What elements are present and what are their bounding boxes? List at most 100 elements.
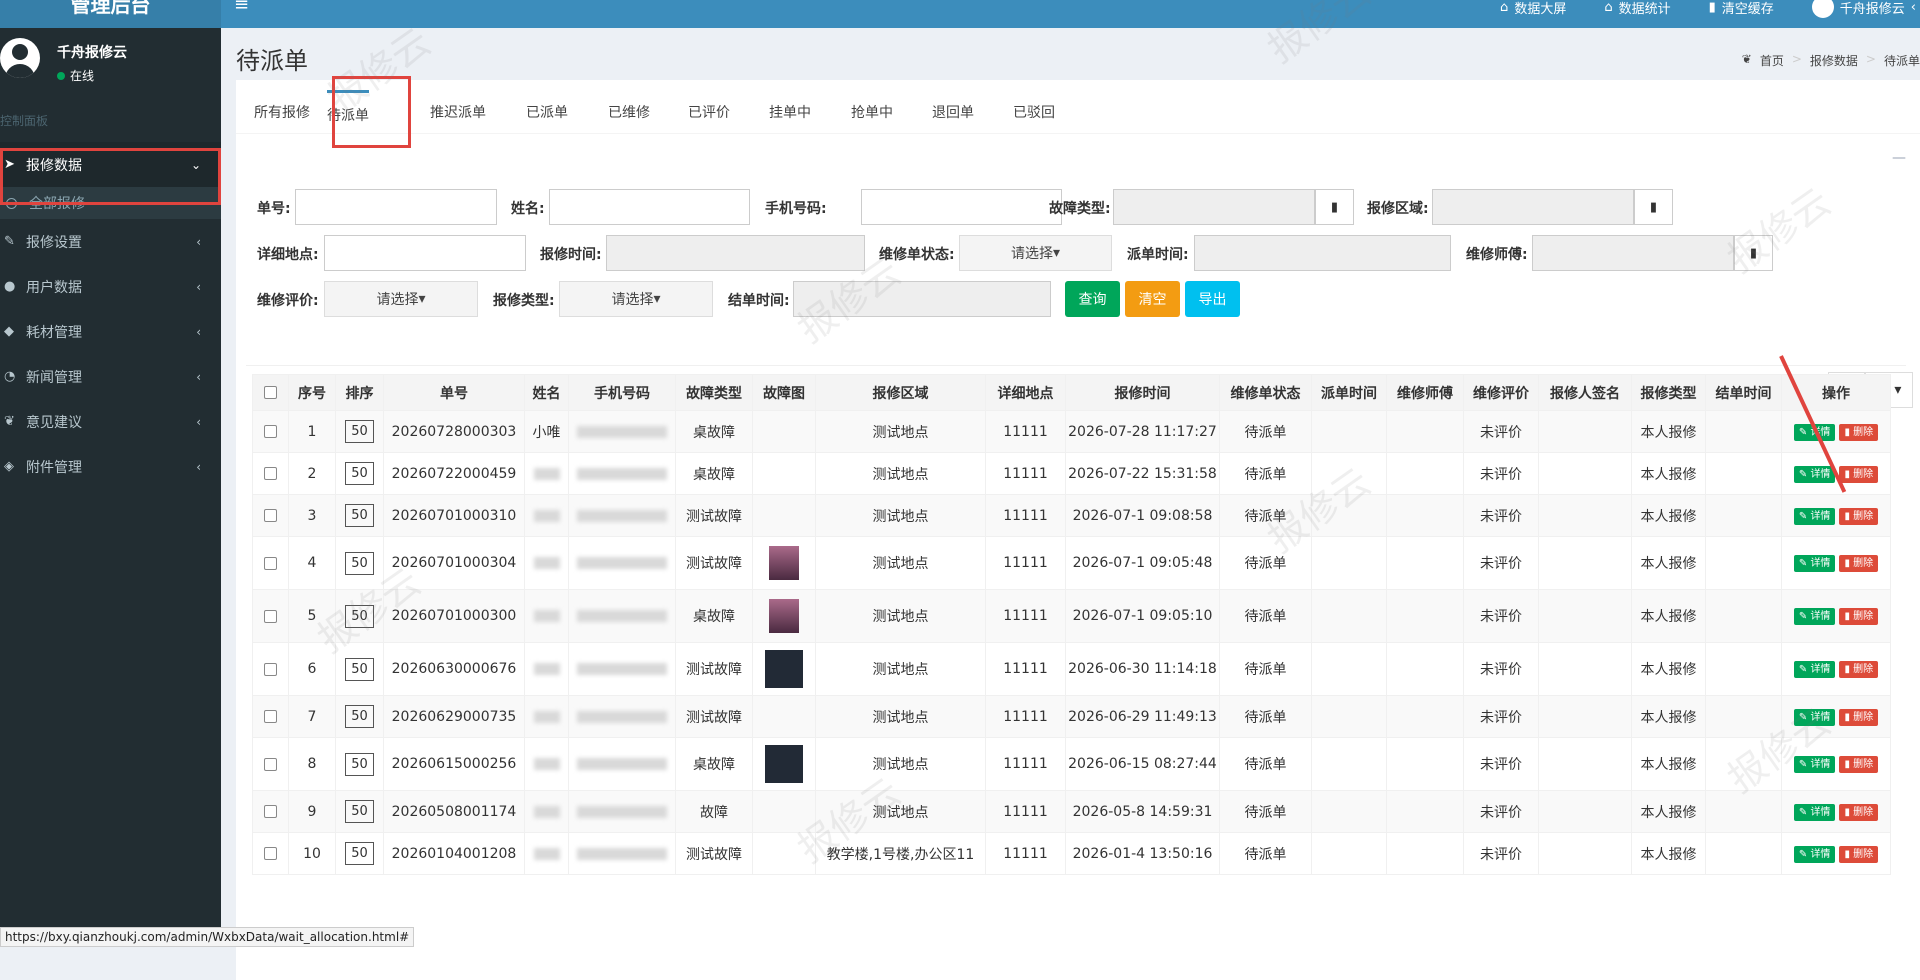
row-checkbox[interactable] xyxy=(253,411,289,453)
delete-button[interactable]: ▮ 删除 xyxy=(1839,508,1878,525)
delete-button[interactable]: ▮ 删除 xyxy=(1839,608,1878,625)
cell-sort[interactable]: 50 xyxy=(336,537,384,590)
cell-sort[interactable]: 50 xyxy=(336,696,384,738)
sort-input[interactable]: 50 xyxy=(345,800,374,823)
delete-button[interactable]: ▮ 删除 xyxy=(1839,466,1878,483)
tab-all[interactable]: 所有报修 xyxy=(254,102,310,122)
cell-sort[interactable]: 50 xyxy=(336,590,384,643)
row-checkbox[interactable] xyxy=(253,791,289,833)
sidebar-item-repair-settings[interactable]: ✎报修设置‹ xyxy=(0,219,221,264)
tab-delayed[interactable]: 推迟派单 xyxy=(430,102,486,122)
tab-returned[interactable]: 退回单 xyxy=(932,102,974,122)
sidebar-item-feedback[interactable]: ❦意见建议‹ xyxy=(0,399,221,444)
sort-input[interactable]: 50 xyxy=(345,504,374,527)
fault-image-thumbnail[interactable] xyxy=(769,546,799,580)
detail-button[interactable]: ✎ 详情 xyxy=(1794,756,1836,773)
tab-rejected[interactable]: 已驳回 xyxy=(1013,102,1055,122)
sort-input[interactable]: 50 xyxy=(345,605,374,628)
app-logo[interactable]: 管理后台 xyxy=(0,0,221,28)
nav-clear-cache[interactable]: ▮清空缓存 xyxy=(1709,0,1774,17)
detail-button[interactable]: ✎ 详情 xyxy=(1794,555,1836,572)
row-checkbox[interactable] xyxy=(253,495,289,537)
breadcrumb-home[interactable]: 首页 xyxy=(1760,52,1784,69)
sort-input[interactable]: 50 xyxy=(345,842,374,865)
filter-phone-input[interactable] xyxy=(861,189,1062,225)
row-checkbox[interactable] xyxy=(253,738,289,791)
delete-button[interactable]: ▮ 删除 xyxy=(1839,804,1878,821)
row-checkbox[interactable] xyxy=(253,833,289,875)
filter-technician-input[interactable] xyxy=(1532,235,1734,271)
filter-repair-time-input[interactable] xyxy=(606,235,865,271)
filter-label-phone: 手机号码: xyxy=(765,198,827,218)
cell-sort[interactable]: 50 xyxy=(336,791,384,833)
filter-close-time-input[interactable] xyxy=(793,281,1051,317)
filter-area-input[interactable] xyxy=(1432,189,1634,225)
row-checkbox[interactable] xyxy=(253,453,289,495)
nav-data-screen[interactable]: ⌂数据大屏 xyxy=(1500,0,1566,17)
delete-button[interactable]: ▮ 删除 xyxy=(1839,424,1878,441)
tab-grabbing[interactable]: 抢单中 xyxy=(851,102,893,122)
sort-input[interactable]: 50 xyxy=(345,658,374,681)
filter-fault-type-input[interactable] xyxy=(1113,189,1315,225)
tab-evaluated[interactable]: 已评价 xyxy=(688,102,730,122)
cell-sort[interactable]: 50 xyxy=(336,833,384,875)
fault-image-thumbnail[interactable] xyxy=(765,650,803,688)
breadcrumb-repair-data[interactable]: 报修数据 xyxy=(1810,52,1858,69)
tab-on-hold[interactable]: 挂单中 xyxy=(769,102,811,122)
detail-button[interactable]: ✎ 详情 xyxy=(1794,608,1836,625)
filter-place-input[interactable] xyxy=(324,235,526,271)
search-button[interactable]: 查询 xyxy=(1065,281,1120,317)
row-checkbox[interactable] xyxy=(253,643,289,696)
sidebar-item-attachments[interactable]: ◈附件管理‹ xyxy=(0,444,221,489)
filter-dispatch-time-input[interactable] xyxy=(1194,235,1451,271)
detail-button[interactable]: ✎ 详情 xyxy=(1794,804,1836,821)
filter-evaluation-select[interactable]: 请选择 ▾ xyxy=(324,281,478,317)
fault-image-thumbnail[interactable] xyxy=(769,599,799,633)
sort-input[interactable]: 50 xyxy=(345,552,374,575)
detail-button[interactable]: ✎ 详情 xyxy=(1794,466,1836,483)
trash-icon[interactable]: ▮ xyxy=(1634,189,1673,225)
delete-button[interactable]: ▮ 删除 xyxy=(1839,846,1878,863)
cell-sort[interactable]: 50 xyxy=(336,495,384,537)
delete-button[interactable]: ▮ 删除 xyxy=(1839,555,1878,572)
cell-sort[interactable]: 50 xyxy=(336,411,384,453)
export-button[interactable]: 导出 xyxy=(1185,281,1240,317)
detail-button[interactable]: ✎ 详情 xyxy=(1794,709,1836,726)
tab-dispatched[interactable]: 已派单 xyxy=(526,102,568,122)
delete-button[interactable]: ▮ 删除 xyxy=(1839,661,1878,678)
sort-input[interactable]: 50 xyxy=(345,462,374,485)
row-checkbox[interactable] xyxy=(253,537,289,590)
nav-data-stats[interactable]: ⌂数据统计 xyxy=(1604,0,1670,17)
sidebar-item-user-data[interactable]: ●用户数据‹ xyxy=(0,264,221,309)
sidebar-item-news[interactable]: ◔新闻管理‹ xyxy=(0,354,221,399)
sort-input[interactable]: 50 xyxy=(345,705,374,728)
row-checkbox[interactable] xyxy=(253,696,289,738)
filter-status-select[interactable]: 请选择 ▾ xyxy=(959,235,1112,271)
cell-sort[interactable]: 50 xyxy=(336,643,384,696)
fault-image-thumbnail[interactable] xyxy=(765,745,803,783)
trash-icon[interactable]: ▮ xyxy=(1734,235,1773,271)
trash-icon[interactable]: ▮ xyxy=(1315,189,1354,225)
tab-repaired[interactable]: 已维修 xyxy=(608,102,650,122)
detail-button[interactable]: ✎ 详情 xyxy=(1794,846,1836,863)
clear-button[interactable]: 清空 xyxy=(1125,281,1180,317)
cell-sort[interactable]: 50 xyxy=(336,738,384,791)
select-all-checkbox[interactable] xyxy=(253,375,289,411)
delete-button[interactable]: ▮ 删除 xyxy=(1839,709,1878,726)
menu-toggle-icon[interactable]: ≡ xyxy=(234,0,249,15)
detail-button[interactable]: ✎ 详情 xyxy=(1794,661,1836,678)
cell-sort[interactable]: 50 xyxy=(336,453,384,495)
nav-user-menu[interactable]: 千舟报修云‹ xyxy=(1812,0,1916,18)
cell-dispatch-time xyxy=(1312,590,1387,643)
row-checkbox[interactable] xyxy=(253,590,289,643)
filter-id-input[interactable] xyxy=(295,189,497,225)
sort-input[interactable]: 50 xyxy=(345,753,374,776)
filter-repair-type-select[interactable]: 请选择 ▾ xyxy=(559,281,713,317)
detail-button[interactable]: ✎ 详情 xyxy=(1794,508,1836,525)
edit-icon: ✎ xyxy=(1799,759,1811,770)
filter-name-input[interactable] xyxy=(549,189,750,225)
collapse-icon[interactable]: — xyxy=(1892,150,1906,166)
delete-button[interactable]: ▮ 删除 xyxy=(1839,756,1878,773)
sidebar-item-consumables[interactable]: ◆耗材管理‹ xyxy=(0,309,221,354)
sort-input[interactable]: 50 xyxy=(345,420,374,443)
